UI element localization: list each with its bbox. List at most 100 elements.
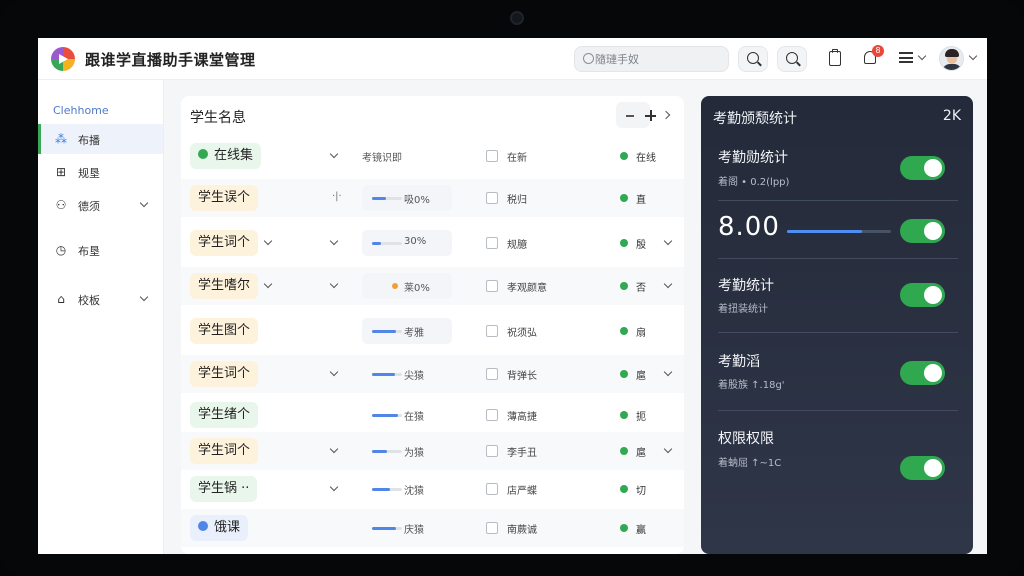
chevron-down-icon[interactable] [329,236,339,246]
row-checkbox[interactable] [486,325,498,337]
chevron-down-icon[interactable] [663,236,673,246]
chevron-down-icon[interactable] [968,51,978,61]
sidebar-item-school[interactable]: ⌂ 校板 [38,284,163,314]
row-checkbox[interactable] [486,522,498,534]
chevron-down-icon[interactable] [329,444,339,454]
progress-fill [372,488,390,491]
chevron-down-icon[interactable] [663,279,673,289]
student-name-text: 学生锅 ·· [198,481,250,496]
table-row[interactable]: 学生嗜尔 莱0% 孝观颜意 否 [181,267,684,305]
table-row[interactable]: 学生绪个 在猿 薄高捷 扼 [181,396,684,434]
stat-big-number: 8.00 [718,212,780,242]
attendance-progress: 考镜识即 [362,143,452,169]
student-name[interactable]: 饿课 [190,515,249,541]
table-row[interactable]: 学生图个 考雅 祝须弘 扇 [181,312,684,350]
row-checkbox[interactable] [486,368,498,380]
status-text: 扈 [636,371,646,382]
sidebar-item-rules[interactable]: ⊞ 规垦 [38,157,163,187]
plus-icon[interactable] [645,110,656,121]
chevron-down-icon[interactable] [329,482,339,492]
stat-toggle[interactable] [900,156,945,180]
camera-icon [510,11,524,25]
student-name[interactable]: 在线集 [190,143,262,169]
stat-toggle[interactable] [900,283,945,307]
student-name[interactable]: 学生图个 [190,318,259,344]
row-checkbox[interactable] [486,280,498,292]
stat-title: 考勤滔 [718,354,760,370]
student-name-text: 学生词个 [198,443,251,458]
attendance-progress: 尖猿 [362,361,452,387]
avatar[interactable] [939,46,964,71]
table-row[interactable]: 学生词个 为猿 李手丑 扈 [181,432,684,470]
device-bezel: 跟谁学直播助手课堂管理 8 Clehhome [0,0,1024,576]
row-checkbox[interactable] [486,192,498,204]
stat-slider[interactable] [787,230,891,233]
zoom-button[interactable] [777,46,807,72]
stat-toggle[interactable] [900,361,945,385]
clipboard-icon[interactable] [829,49,841,66]
table-row[interactable]: 在线集 考镜识即 在新 在线 [181,137,684,175]
table-row[interactable]: 饿课 庆猿 南蕨诚 赢 [181,509,684,547]
attendance-progress: 莱0% [362,273,452,299]
school-icon: ⌂ [57,292,65,306]
status-text: 切 [636,486,646,497]
row-checkbox[interactable] [486,445,498,457]
table-row[interactable]: 学生误个 ·|· 吸0% 税归 直 [181,179,684,217]
checkbox-label: 薄高捷 [507,412,537,423]
chevron-down-icon[interactable] [663,444,673,454]
attendance-progress: 30% [362,230,452,256]
app-logo-icon[interactable] [51,47,75,71]
row-checkbox[interactable] [486,237,498,249]
progress-bar [372,450,402,453]
row-checkbox[interactable] [486,483,498,495]
search-input[interactable] [595,50,723,68]
table-row[interactable]: 学生词个 30% 规臆 殷 [181,224,684,262]
student-name[interactable]: 学生嗜尔 [190,273,259,299]
online-status-icon [620,152,628,160]
chevron-down-icon[interactable] [263,236,273,246]
status-text: 赢 [636,525,646,536]
chevron-down-icon[interactable] [663,367,673,377]
progress-text: 为猿 [404,448,424,459]
menu-icon[interactable] [899,52,913,63]
chevron-right-icon[interactable] [661,110,671,120]
sidebar-item-label: 布播 [78,134,100,147]
progress-bar [372,197,402,200]
table-title: 学生名息 [190,110,246,126]
progress-fill [372,450,387,453]
progress-text: 莱0% [404,283,430,294]
status-dot-icon [198,521,208,531]
row-checkbox[interactable] [486,409,498,421]
table-row[interactable]: 学生锅 ·· 沈猿 店严蝶 切 [181,470,684,508]
chevron-down-icon[interactable] [329,367,339,377]
stat-toggle[interactable] [900,219,945,243]
sidebar-item-users[interactable]: ⚇ 德须 [38,190,163,220]
table-row[interactable]: 学生词个 尖猿 背弹长 扈 [181,355,684,393]
row-checkbox[interactable] [486,150,498,162]
online-status-icon [620,447,628,455]
student-name[interactable]: 学生词个 [190,230,259,256]
attendance-stats-panel: 考勤颁颓统计 2K 考勤勋统计 着阁 • 0.2(lpp) 8.00 考勤统计 … [701,96,973,554]
chevron-down-icon[interactable] [329,149,339,159]
student-name-text: 学生绪个 [198,407,251,422]
student-name-text: 学生图个 [198,323,251,338]
student-name[interactable]: 学生误个 [190,185,259,211]
student-name[interactable]: 学生绪个 [190,402,259,428]
attendance-progress: 沈猿 [362,476,452,502]
sidebar-home-link[interactable]: Clehhome [53,104,109,117]
chevron-down-icon[interactable] [917,51,927,61]
attendance-progress: 庆猿 [362,515,452,541]
student-name[interactable]: 学生锅 ·· [190,476,258,502]
stat-toggle[interactable] [900,456,945,480]
chevron-down-icon[interactable] [329,279,339,289]
student-name[interactable]: 学生词个 [190,361,259,387]
chevron-down-icon[interactable] [263,279,273,289]
sidebar-item-schedule[interactable]: ◷ 布垦 [38,235,163,265]
sidebar-item-broadcast[interactable]: ⁂ 布播 [38,124,163,154]
search-box[interactable] [574,46,729,72]
search-button[interactable] [738,46,768,72]
student-name[interactable]: 学生词个 [190,438,259,464]
progress-bar [372,330,402,333]
minus-icon[interactable] [626,115,634,117]
stat-subtitle: 着阁 • 0.2(lpp) [718,177,790,188]
